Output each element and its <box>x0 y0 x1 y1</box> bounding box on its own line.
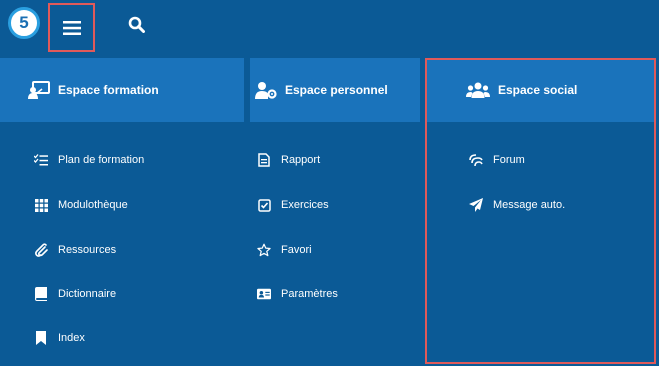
menu-item-rapport[interactable]: Rapport <box>257 153 320 167</box>
menu-item-ressources[interactable]: Ressources <box>34 243 116 257</box>
presentation-icon <box>28 81 50 99</box>
menu-item-forum[interactable]: Forum <box>469 153 525 167</box>
menu-item-message-auto[interactable]: Message auto. <box>469 198 565 212</box>
menu-item-label: Ressources <box>58 244 117 256</box>
header-espace-social[interactable]: Espace social <box>426 58 655 122</box>
menu-item-label: Forum <box>493 154 525 166</box>
bookmark-icon <box>34 331 48 345</box>
menu-item-dictionnaire[interactable]: Dictionnaire <box>34 287 116 301</box>
menu-item-label: Paramètres <box>281 288 338 300</box>
header-label: Espace personnel <box>285 83 388 97</box>
menu-item-label: Favori <box>281 244 312 256</box>
user-gear-icon <box>255 81 277 99</box>
checkbox-icon <box>257 198 271 212</box>
menu-item-modulotheque[interactable]: Modulothèque <box>34 198 128 212</box>
app-logo[interactable]: 5 <box>8 7 40 39</box>
logo-text: 5 <box>19 13 29 32</box>
users-icon <box>466 82 490 98</box>
id-card-icon <box>257 287 271 301</box>
menu-item-label: Plan de formation <box>58 154 145 166</box>
menu-item-label: Rapport <box>281 154 321 166</box>
checklist-icon <box>34 153 48 167</box>
menu-item-index[interactable]: Index <box>34 331 85 345</box>
hamburger-icon <box>62 20 81 35</box>
header-espace-formation[interactable]: Espace formation <box>0 58 244 122</box>
menu-item-favori[interactable]: Favori <box>257 243 312 257</box>
grid-icon <box>34 198 48 212</box>
menu-item-label: Index <box>58 332 85 344</box>
search-icon <box>128 16 145 33</box>
top-bar: 5 <box>0 0 659 55</box>
star-icon <box>257 243 271 257</box>
menu-item-label: Dictionnaire <box>58 288 117 300</box>
paper-plane-icon <box>469 198 483 212</box>
menu-item-label: Message auto. <box>493 199 566 211</box>
menu-item-label: Modulothèque <box>58 199 128 211</box>
header-espace-personnel[interactable]: Espace personnel <box>250 58 420 122</box>
book-icon <box>34 287 48 301</box>
menu-item-parametres[interactable]: Paramètres <box>257 287 338 301</box>
menu-item-label: Exercices <box>281 199 329 211</box>
header-label: Espace social <box>498 83 578 97</box>
menu-button[interactable] <box>48 3 95 52</box>
header-label: Espace formation <box>58 83 159 97</box>
forum-icon <box>469 153 483 167</box>
document-icon <box>257 153 271 167</box>
search-button[interactable] <box>124 12 148 36</box>
paperclip-icon <box>34 243 48 257</box>
menu-item-exercices[interactable]: Exercices <box>257 198 329 212</box>
menu-item-plan-de-formation[interactable]: Plan de formation <box>34 153 144 167</box>
